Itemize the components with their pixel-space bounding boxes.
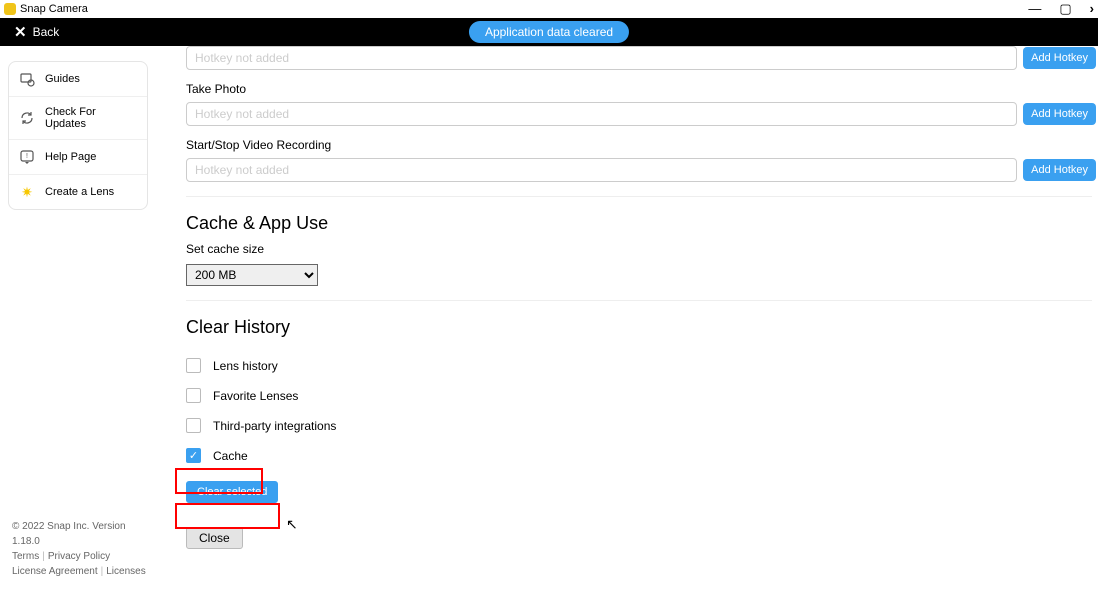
main-content: Add Hotkey Take Photo Add Hotkey Start/S… — [156, 46, 1098, 591]
cache-heading: Cache & App Use — [186, 213, 1096, 234]
hotkey-input-3[interactable] — [186, 158, 1017, 182]
minimize-icon[interactable]: — — [1028, 1, 1041, 17]
checkbox-label: Lens history — [213, 359, 278, 373]
help-icon: ! — [19, 149, 35, 165]
checkbox-icon[interactable] — [186, 388, 201, 403]
sidebar: Guides Check For Updates ! Help Page ✷ C… — [0, 46, 156, 591]
sidebar-item-create-lens[interactable]: ✷ Create a Lens — [9, 175, 147, 209]
refresh-icon — [19, 110, 35, 126]
sidebar-item-updates[interactable]: Check For Updates — [9, 97, 147, 140]
window-title: Snap Camera — [20, 3, 88, 15]
checkbox-third-party[interactable]: Third-party integrations — [186, 418, 1096, 433]
hotkey-input-1[interactable] — [186, 46, 1017, 70]
x-icon: ✕ — [14, 23, 27, 41]
guide-icon — [19, 71, 35, 87]
checkbox-label: Third-party integrations — [213, 419, 336, 433]
banner-text: Application data cleared — [485, 25, 613, 39]
close-button[interactable]: Close — [186, 527, 243, 549]
field-label: Start/Stop Video Recording — [186, 138, 1096, 152]
titlebar: Snap Camera — ▢ › — [0, 0, 1098, 18]
close-icon[interactable]: › — [1090, 1, 1094, 17]
status-banner: Application data cleared — [469, 21, 629, 43]
checkbox-lens-history[interactable]: Lens history — [186, 358, 1096, 373]
footer-link-privacy[interactable]: Privacy Policy — [48, 551, 110, 562]
checkbox-favorite-lenses[interactable]: Favorite Lenses — [186, 388, 1096, 403]
field-label: Take Photo — [186, 82, 1096, 96]
add-hotkey-button[interactable]: Add Hotkey — [1023, 159, 1096, 181]
clear-selected-button[interactable]: Clear selected — [186, 481, 278, 503]
footer-link-license[interactable]: License Agreement — [12, 566, 98, 577]
checkbox-icon[interactable] — [186, 418, 201, 433]
footer-link-licenses[interactable]: Licenses — [106, 566, 145, 577]
hotkey-input-2[interactable] — [186, 102, 1017, 126]
sidebar-item-label: Create a Lens — [45, 186, 114, 198]
footer-link-terms[interactable]: Terms — [12, 551, 39, 562]
copyright-text: © 2022 Snap Inc. Version 1.18.0 — [12, 519, 152, 549]
back-button[interactable]: ✕ Back — [14, 23, 59, 41]
history-heading: Clear History — [186, 317, 1096, 338]
back-label: Back — [33, 25, 60, 39]
checkbox-cache[interactable]: ✓ Cache — [186, 448, 1096, 463]
cursor-icon: ↖ — [286, 516, 298, 533]
svg-text:!: ! — [26, 153, 28, 160]
add-hotkey-button[interactable]: Add Hotkey — [1023, 103, 1096, 125]
checkbox-label: Favorite Lenses — [213, 389, 298, 403]
footer: © 2022 Snap Inc. Version 1.18.0 Terms|Pr… — [8, 515, 156, 583]
cache-size-label: Set cache size — [186, 242, 1096, 256]
sidebar-item-help[interactable]: ! Help Page — [9, 140, 147, 175]
sidebar-item-label: Check For Updates — [45, 106, 137, 130]
sidebar-item-guides[interactable]: Guides — [9, 62, 147, 97]
sidebar-item-label: Guides — [45, 73, 80, 85]
checkbox-icon[interactable] — [186, 358, 201, 373]
maximize-icon[interactable]: ▢ — [1059, 1, 1071, 17]
header-bar: ✕ Back Application data cleared — [0, 18, 1098, 46]
cache-size-select[interactable]: 200 MB — [186, 264, 318, 286]
lens-icon: ✷ — [19, 184, 35, 200]
sidebar-item-label: Help Page — [45, 151, 96, 163]
app-icon — [4, 3, 16, 15]
checkbox-label: Cache — [213, 449, 248, 463]
checkbox-icon[interactable]: ✓ — [186, 448, 201, 463]
add-hotkey-button[interactable]: Add Hotkey — [1023, 47, 1096, 69]
